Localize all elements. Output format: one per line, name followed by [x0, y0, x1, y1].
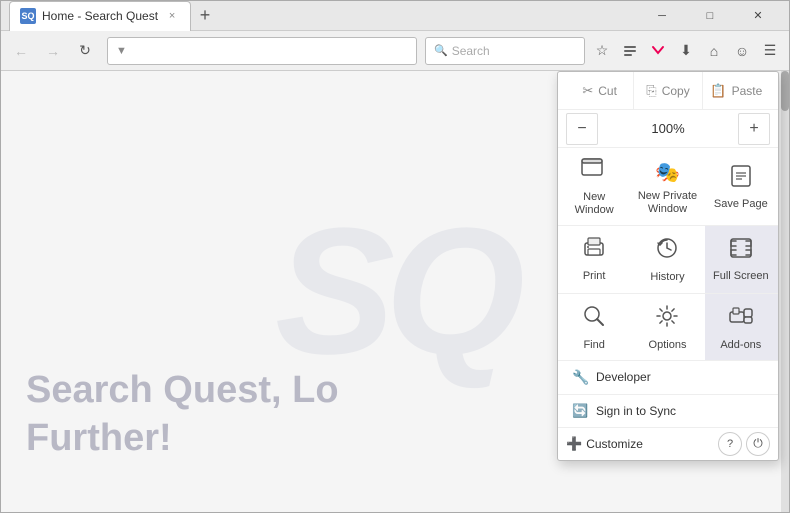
search-placeholder: Search — [452, 44, 490, 58]
dropdown-menu: ✂ Cut ⎘ Copy 📋 Paste − 100% + — [557, 71, 779, 461]
edit-row: ✂ Cut ⎘ Copy 📋 Paste — [558, 72, 778, 110]
full-screen-icon — [729, 237, 753, 265]
address-bar[interactable]: ▼ — [107, 37, 417, 65]
add-ons-label: Add-ons — [720, 339, 761, 352]
zoom-in-button[interactable]: + — [738, 113, 770, 145]
browser-window: SQ Home - Search Quest × + ─ □ ✕ ← → ↻ ▼… — [0, 0, 790, 513]
add-ons-icon — [728, 304, 754, 334]
developer-label: Developer — [596, 370, 651, 384]
copy-button[interactable]: ⎘ Copy — [634, 72, 702, 109]
tagline-line1: Search Quest, Lo — [26, 367, 339, 415]
history-icon — [655, 236, 679, 266]
save-page-button[interactable]: Save Page — [705, 148, 778, 225]
paste-icon: 📋 — [710, 83, 726, 99]
menu-grid-row3: Find Options — [558, 294, 778, 361]
print-button[interactable]: Print — [558, 226, 631, 292]
developer-button[interactable]: 🔧 Developer — [558, 361, 778, 394]
full-screen-button[interactable]: Full Screen — [705, 226, 778, 292]
developer-icon: 🔧 — [572, 369, 588, 386]
options-button[interactable]: Options — [631, 294, 704, 360]
titlebar: SQ Home - Search Quest × + ─ □ ✕ — [1, 1, 789, 31]
menu-grid-row1: New Window 🎭 New PrivateWindow — [558, 148, 778, 226]
add-ons-button[interactable]: Add-ons — [705, 294, 778, 360]
sync-icon: 🔄 — [572, 403, 588, 419]
new-private-window-icon: 🎭 — [655, 160, 680, 185]
minimize-button[interactable]: ─ — [639, 1, 685, 31]
close-button[interactable]: ✕ — [735, 1, 781, 31]
options-label: Options — [649, 339, 687, 352]
history-button[interactable]: History — [631, 226, 704, 292]
zoom-value: 100% — [598, 121, 738, 136]
print-label: Print — [583, 270, 606, 283]
active-tab[interactable]: SQ Home - Search Quest × — [9, 1, 191, 31]
paste-label: Paste — [732, 84, 763, 98]
customize-label[interactable]: Customize — [586, 437, 643, 451]
find-icon — [582, 304, 606, 334]
search-icon: 🔍 — [434, 44, 448, 57]
sign-in-label: Sign in to Sync — [596, 404, 676, 418]
new-window-button[interactable]: New Window — [558, 148, 631, 225]
options-icon — [655, 304, 679, 334]
save-page-icon — [730, 165, 752, 193]
cut-label: Cut — [598, 84, 617, 98]
address-dropdown-icon: ▼ — [116, 45, 127, 57]
new-private-window-label: New PrivateWindow — [638, 190, 697, 216]
paste-button[interactable]: 📋 Paste — [703, 72, 770, 109]
tagline: Search Quest, Lo Further! — [26, 367, 339, 462]
toolbar-icons: ☆ ⬇ ⌂ ☺ ☰ — [589, 38, 783, 64]
bookmark-button[interactable]: ☆ — [589, 38, 615, 64]
print-icon — [582, 237, 606, 265]
zoom-out-button[interactable]: − — [566, 113, 598, 145]
pocket-button[interactable] — [645, 38, 671, 64]
back-button[interactable]: ← — [7, 37, 35, 65]
copy-label: Copy — [662, 84, 690, 98]
history-label: History — [650, 271, 684, 284]
menu-footer: ➕ Customize ? ⏻ — [558, 427, 778, 460]
customize-icon: ➕ — [566, 436, 582, 452]
new-tab-button[interactable]: + — [191, 2, 219, 30]
cut-icon: ✂ — [582, 83, 593, 99]
forward-button[interactable]: → — [39, 37, 67, 65]
maximize-button[interactable]: □ — [687, 1, 733, 31]
new-window-label: New Window — [563, 191, 625, 217]
save-page-label: Save Page — [714, 198, 768, 211]
home-button[interactable]: ⌂ — [701, 38, 727, 64]
full-screen-label: Full Screen — [713, 270, 769, 283]
new-window-icon — [581, 158, 607, 186]
scrollbar-thumb[interactable] — [781, 71, 789, 111]
reading-list-button[interactable] — [617, 38, 643, 64]
download-button[interactable]: ⬇ — [673, 38, 699, 64]
navbar: ← → ↻ ▼ 🔍 Search ☆ ⬇ ⌂ ☺ ☰ — [1, 31, 789, 71]
tab-close-button[interactable]: × — [164, 8, 180, 24]
zoom-row: − 100% + — [558, 110, 778, 148]
find-button[interactable]: Find — [558, 294, 631, 360]
tagline-line2: Further! — [26, 415, 339, 463]
menu-button[interactable]: ☰ — [757, 38, 783, 64]
find-label: Find — [583, 339, 604, 352]
refresh-button[interactable]: ↻ — [71, 37, 99, 65]
search-bar[interactable]: 🔍 Search — [425, 37, 585, 65]
scrollbar[interactable] — [781, 71, 789, 512]
sign-in-button[interactable]: 🔄 Sign in to Sync — [558, 395, 778, 427]
help-button[interactable]: ? — [718, 432, 742, 456]
menu-grid-row2: Print History — [558, 226, 778, 293]
copy-icon: ⎘ — [646, 83, 656, 99]
tab-favicon: SQ — [20, 8, 36, 24]
power-button[interactable]: ⏻ — [746, 432, 770, 456]
window-controls: ─ □ ✕ — [639, 1, 781, 31]
cut-button[interactable]: ✂ Cut — [566, 72, 634, 109]
content-wrapper: SQ Sq HOME Search Quest, Lo Further! — [1, 71, 789, 512]
tab-title: Home - Search Quest — [42, 9, 158, 23]
avatar-button[interactable]: ☺ — [729, 38, 755, 64]
new-private-window-button[interactable]: 🎭 New PrivateWindow — [631, 148, 704, 225]
